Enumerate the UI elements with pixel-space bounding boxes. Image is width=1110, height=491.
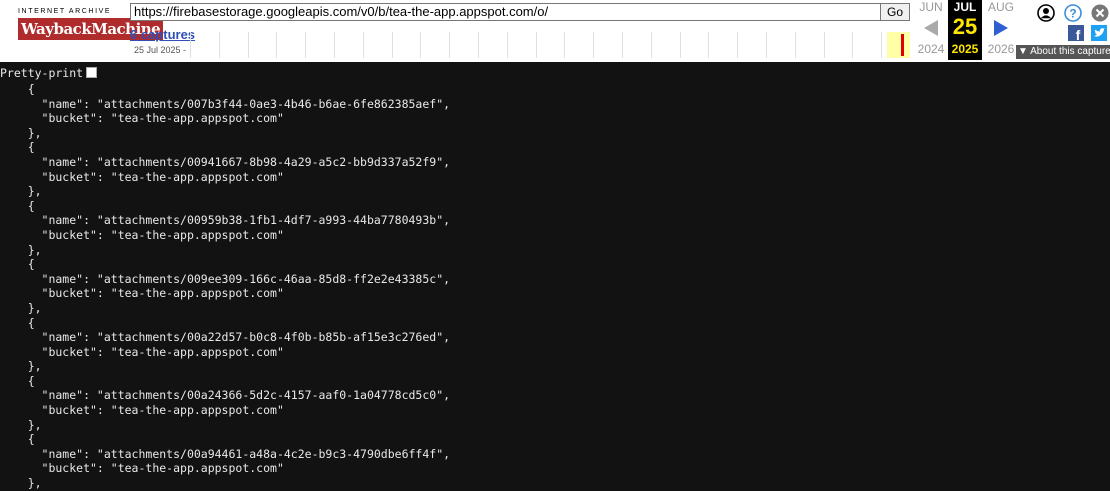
record-bucket-line: "bucket": "tea-the-app.appspot.com" bbox=[0, 461, 284, 476]
record-bucket-line: "bucket": "tea-the-app.appspot.com" bbox=[0, 286, 284, 301]
sparkline-capture-marker bbox=[901, 34, 904, 56]
pretty-print-label: Pretty-print bbox=[0, 66, 84, 80]
current-day-label: 25 bbox=[952, 14, 978, 39]
record-name-value: attachments/00a94461-a48a-4c2e-b9c3-4790… bbox=[103, 446, 437, 461]
record-bucket-line: "bucket": "tea-the-app.appspot.com" bbox=[0, 169, 284, 184]
close-brace: }, bbox=[0, 476, 42, 491]
record-bucket-value: tea-the-app.appspot.com bbox=[117, 169, 277, 184]
record-bucket-value: tea-the-app.appspot.com bbox=[117, 461, 277, 476]
record-name-value: attachments/00959b38-1fb1-4df7-a993-44ba… bbox=[103, 213, 437, 228]
next-month-column[interactable]: AUG 2026 bbox=[983, 0, 1019, 60]
prev-year-label: 2024 bbox=[917, 42, 945, 56]
open-brace: { bbox=[0, 257, 35, 272]
wayback-toolbar: INTERNET ARCHIVE WaybackMachine Go 6 cap… bbox=[0, 0, 1110, 65]
close-brace: }, bbox=[0, 184, 42, 199]
open-brace: { bbox=[0, 432, 35, 447]
next-month-label: AUG bbox=[987, 0, 1014, 14]
capture-sparkline[interactable] bbox=[190, 32, 910, 58]
current-year-label: 2025 bbox=[951, 42, 979, 56]
record-bucket-value: tea-the-app.appspot.com bbox=[117, 227, 277, 242]
url-input[interactable] bbox=[130, 3, 882, 21]
open-brace: { bbox=[0, 140, 35, 155]
record-bucket-value: tea-the-app.appspot.com bbox=[117, 286, 277, 301]
next-arrow-icon[interactable] bbox=[994, 20, 1008, 36]
record-name-line: "name": "attachments/00a94461-a48a-4c2e-… bbox=[0, 446, 451, 461]
record-name-value: attachments/007b3f44-0ae3-4b46-b6ae-6fe8… bbox=[103, 96, 437, 111]
close-brace: }, bbox=[0, 417, 42, 432]
record-bucket-value: tea-the-app.appspot.com bbox=[117, 344, 277, 359]
logo-top-text: INTERNET ARCHIVE bbox=[18, 8, 112, 15]
prev-arrow-icon[interactable] bbox=[924, 20, 938, 36]
record-name-value: attachments/00a22d57-b0c8-4f0b-b85b-af15… bbox=[103, 330, 437, 345]
svg-text:f: f bbox=[1076, 27, 1081, 41]
record-name-value: attachments/009ee309-166c-46aa-85d8-ff2e… bbox=[103, 271, 437, 286]
record-bucket-line: "bucket": "tea-the-app.appspot.com" bbox=[0, 403, 284, 418]
record-bucket-value: tea-the-app.appspot.com bbox=[117, 111, 277, 126]
close-brace: }, bbox=[0, 125, 42, 140]
close-brace: }, bbox=[0, 300, 42, 315]
sparkline-graph bbox=[190, 32, 910, 58]
about-capture-toggle[interactable]: ▼ About this capture bbox=[1016, 45, 1110, 59]
close-icon[interactable] bbox=[1091, 4, 1109, 22]
record-name-line: "name": "attachments/00941667-8b98-4a29-… bbox=[0, 154, 451, 169]
wayback-logo[interactable]: INTERNET ARCHIVE WaybackMachine bbox=[18, 8, 164, 52]
prev-month-column[interactable]: JUN 2024 bbox=[913, 0, 949, 60]
json-content: { "name": "attachments/007b3f44-0ae3-4b4… bbox=[0, 82, 450, 491]
record-name-line: "name": "attachments/00a24366-5d2c-4157-… bbox=[0, 388, 451, 403]
record-name-line: "name": "attachments/00a22d57-b0c8-4f0b-… bbox=[0, 330, 451, 345]
captures-date-range: 25 Jul 2025 - bbox=[134, 45, 187, 55]
about-capture-label: About this capture bbox=[1030, 46, 1110, 57]
open-brace: { bbox=[0, 82, 35, 96]
current-month-label: JUL bbox=[953, 0, 977, 14]
open-brace: { bbox=[0, 315, 35, 330]
facebook-icon[interactable]: f bbox=[1068, 25, 1084, 41]
pretty-print-checkbox[interactable] bbox=[86, 67, 98, 78]
record-name-value: attachments/00a24366-5d2c-4157-aaf0-1a04… bbox=[103, 388, 437, 403]
go-button[interactable]: Go bbox=[880, 3, 910, 21]
help-icon[interactable]: ? bbox=[1064, 4, 1082, 22]
record-name-line: "name": "attachments/007b3f44-0ae3-4b46-… bbox=[0, 96, 451, 111]
current-capture-column: JUL 25 2025 bbox=[948, 0, 982, 60]
twitter-icon[interactable] bbox=[1091, 25, 1107, 41]
svg-text:?: ? bbox=[1069, 7, 1076, 21]
record-bucket-line: "bucket": "tea-the-app.appspot.com" bbox=[0, 111, 284, 126]
prev-month-label: JUN bbox=[919, 0, 943, 14]
record-name-line: "name": "attachments/009ee309-166c-46aa-… bbox=[0, 271, 451, 286]
captures-link[interactable]: 6 captures bbox=[130, 27, 195, 42]
record-name-line: "name": "attachments/00959b38-1fb1-4df7-… bbox=[0, 213, 451, 228]
close-brace: }, bbox=[0, 359, 42, 374]
account-icon[interactable] bbox=[1037, 4, 1055, 22]
next-year-label: 2026 bbox=[987, 42, 1015, 56]
open-brace: { bbox=[0, 198, 35, 213]
record-bucket-value: tea-the-app.appspot.com bbox=[117, 403, 277, 418]
record-bucket-line: "bucket": "tea-the-app.appspot.com" bbox=[0, 344, 284, 359]
record-bucket-line: "bucket": "tea-the-app.appspot.com" bbox=[0, 227, 284, 242]
caret-down-icon: ▼ bbox=[1018, 46, 1028, 57]
sparkline-current-year-highlight bbox=[887, 32, 910, 58]
record-name-value: attachments/00941667-8b98-4a29-a5c2-bb9d… bbox=[103, 154, 437, 169]
pretty-print-control[interactable]: Pretty-print bbox=[0, 65, 98, 81]
close-brace: }, bbox=[0, 242, 42, 257]
open-brace: { bbox=[0, 373, 35, 388]
